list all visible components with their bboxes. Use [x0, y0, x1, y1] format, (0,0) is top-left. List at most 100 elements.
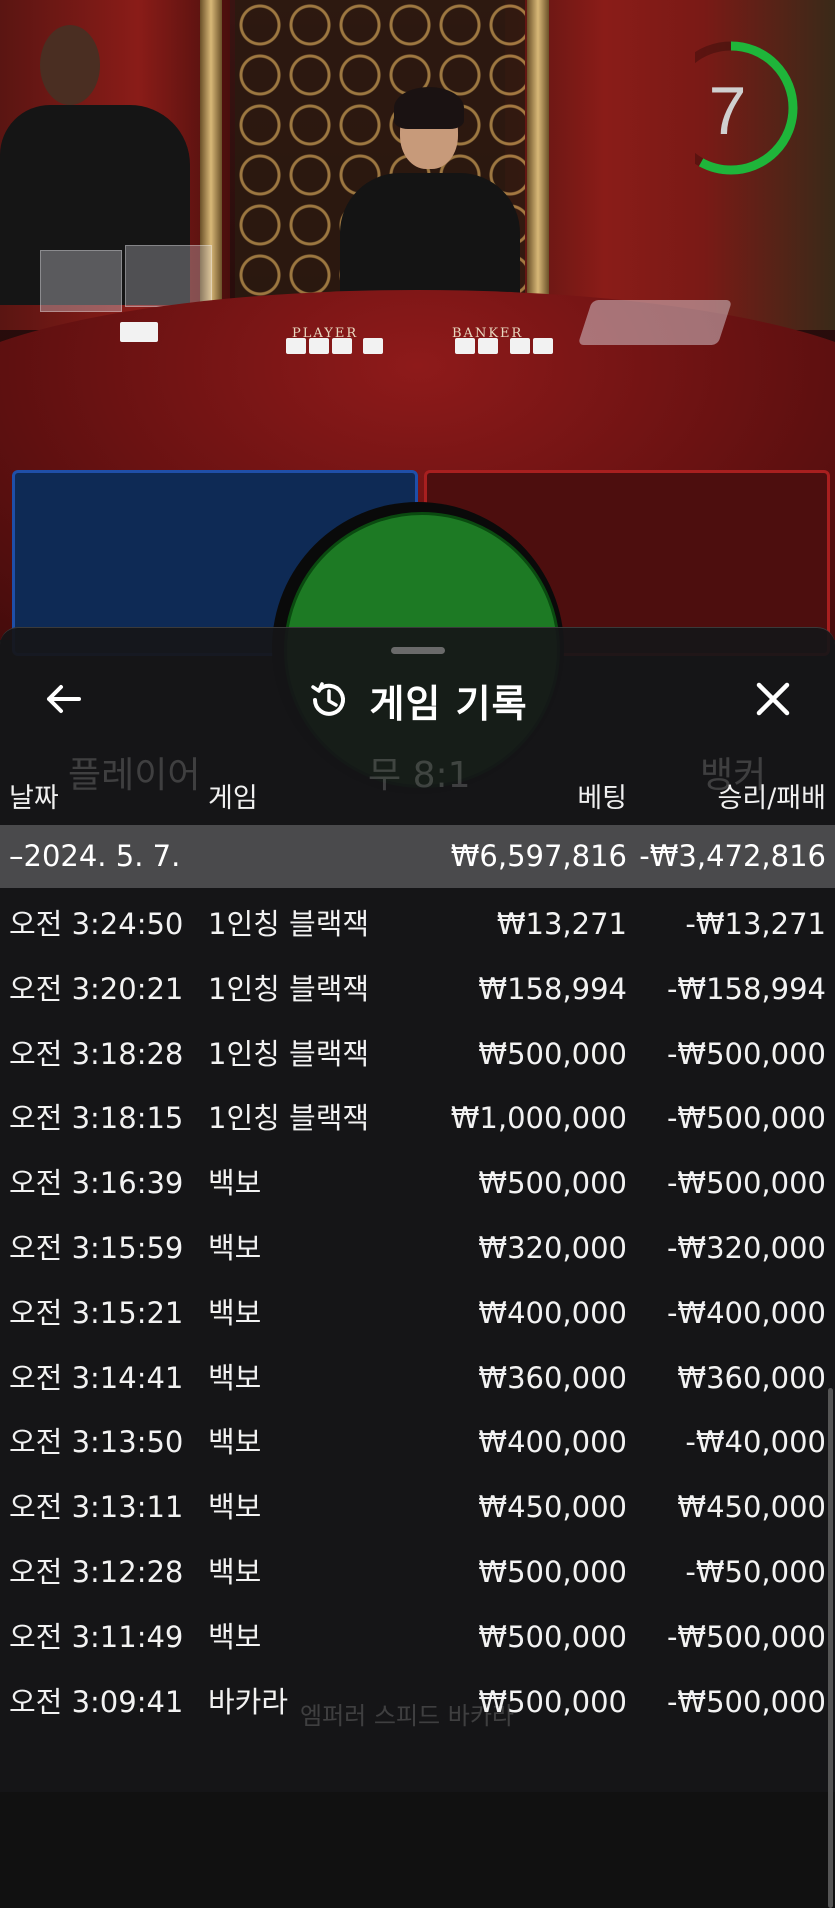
column-header-bet: 베팅: [577, 783, 627, 814]
history-row-game: 백보: [208, 1360, 262, 1395]
playing-card: [286, 338, 306, 354]
history-row-bet: ₩400,000: [478, 1425, 627, 1460]
history-row-time: 오전 3:20:21: [9, 971, 184, 1006]
playing-card: [332, 338, 352, 354]
history-row-result: -₩13,271: [685, 907, 826, 941]
history-row-time: 오전 3:09:41: [9, 1684, 184, 1719]
sheet-drag-handle[interactable]: [391, 647, 445, 654]
history-row[interactable]: 오전 3:15:59 백보 ₩320,000 -₩320,000: [0, 1216, 835, 1281]
playing-card: [510, 338, 530, 354]
date-group-row[interactable]: –2024. 5. 7. ₩6,597,816 -₩3,472,816: [0, 825, 835, 888]
history-row[interactable]: 오전 3:11:49 백보 ₩500,000 -₩500,000: [0, 1605, 835, 1670]
history-row-bet: ₩500,000: [478, 1555, 627, 1589]
history-row-bet: ₩158,994: [478, 971, 627, 1006]
history-row[interactable]: 오전 3:15:21 백보 ₩400,000 -₩400,000: [0, 1281, 835, 1346]
history-row-result: -₩40,000: [685, 1425, 826, 1460]
history-row-bet: ₩1,000,000: [450, 1101, 627, 1136]
history-row-time: 오전 3:15:59: [9, 1231, 184, 1265]
history-row-time: 오전 3:14:41: [9, 1360, 184, 1395]
back-button[interactable]: [38, 674, 88, 724]
history-row-game: 바카라: [208, 1684, 289, 1719]
history-row[interactable]: 오전 3:18:15 1인칭 블랙잭 ₩1,000,000 -₩500,000: [0, 1086, 835, 1151]
ghost-player-label: 플레이어: [68, 755, 201, 796]
close-icon: [756, 682, 790, 716]
history-row-result: -₩500,000: [666, 1166, 826, 1201]
history-row-time: 오전 3:16:39: [9, 1166, 184, 1201]
countdown-timer: 7: [664, 32, 805, 182]
history-row-game: 백보: [208, 1619, 262, 1654]
card-tray: [40, 250, 122, 312]
history-row-time: 오전 3:18:28: [9, 1036, 184, 1071]
close-button[interactable]: [748, 674, 798, 724]
history-row[interactable]: 오전 3:24:50 1인칭 블랙잭 ₩13,271 -₩13,271: [0, 892, 835, 957]
history-row[interactable]: 오전 3:18:28 1인칭 블랙잭 ₩500,000 -₩500,000: [0, 1022, 835, 1087]
history-row-game: 1인칭 블랙잭: [208, 1036, 370, 1071]
history-row-result: -₩158,994: [666, 971, 826, 1006]
scrollbar[interactable]: [828, 1388, 833, 1908]
history-row[interactable]: 오전 3:13:11 백보 ₩450,000 ₩450,000: [0, 1475, 835, 1540]
playing-card: [363, 338, 383, 354]
history-row-time: 오전 3:24:50: [9, 907, 184, 941]
game-history-sheet: 플레이어 무 8:1 뱅커 엠퍼러 스피드 바카라 게임 기록 날짜 게임 베팅…: [0, 627, 835, 1908]
history-row-result: -₩320,000: [666, 1231, 826, 1265]
history-row-time: 오전 3:11:49: [9, 1619, 184, 1654]
history-row-game: 1인칭 블랙잭: [208, 907, 370, 941]
history-row-game: 백보: [208, 1166, 262, 1201]
date-group-date: –2024. 5. 7.: [9, 839, 181, 873]
history-row-result: ₩450,000: [677, 1490, 826, 1525]
card-tray: [125, 245, 212, 307]
column-header-game: 게임: [208, 783, 258, 814]
history-clock-icon: [311, 682, 346, 716]
arrow-left-icon: [47, 685, 81, 713]
history-row-bet: ₩450,000: [478, 1490, 627, 1525]
gold-pillar: [527, 0, 549, 320]
history-row[interactable]: 오전 3:14:41 백보 ₩360,000 ₩360,000: [0, 1346, 835, 1411]
history-row[interactable]: 오전 3:12:28 백보 ₩500,000 -₩50,000: [0, 1540, 835, 1605]
history-row[interactable]: 오전 3:16:39 백보 ₩500,000 -₩500,000: [0, 1151, 835, 1216]
history-row-game: 백보: [208, 1231, 262, 1265]
playing-card: [455, 338, 475, 354]
history-row-bet: ₩500,000: [478, 1684, 627, 1719]
history-row-bet: ₩360,000: [478, 1360, 627, 1395]
playing-card: [120, 322, 158, 342]
sheet-header: 게임 기록: [0, 672, 835, 728]
column-header-result: 승리/패배: [717, 783, 826, 814]
sheet-title: 게임 기록: [369, 681, 528, 726]
history-row-bet: ₩500,000: [478, 1619, 627, 1654]
ghost-tie-label: 무 8:1: [368, 755, 471, 796]
dealer: [330, 85, 530, 323]
playing-card: [309, 338, 329, 354]
history-row-bet: ₩500,000: [478, 1166, 627, 1201]
history-row-game: 백보: [208, 1555, 262, 1589]
history-row[interactable]: 오전 3:09:41 바카라 ₩500,000 -₩500,000: [0, 1670, 835, 1735]
playing-card: [533, 338, 553, 354]
history-row-time: 오전 3:12:28: [9, 1555, 184, 1589]
history-row-result: -₩400,000: [666, 1295, 826, 1330]
history-row-bet: ₩13,271: [496, 907, 627, 941]
history-row-result: ₩360,000: [677, 1360, 826, 1395]
history-row-game: 1인칭 블랙잭: [208, 1101, 370, 1136]
playing-card: [478, 338, 498, 354]
history-row-time: 오전 3:15:21: [9, 1295, 184, 1330]
history-row-bet: ₩400,000: [478, 1295, 627, 1330]
history-row[interactable]: 오전 3:20:21 1인칭 블랙잭 ₩158,994 -₩158,994: [0, 957, 835, 1022]
history-row-game: 1인칭 블랙잭: [208, 971, 370, 1006]
history-row-result: -₩500,000: [666, 1619, 826, 1654]
history-row-result: -₩50,000: [685, 1555, 826, 1589]
countdown-number: 7: [708, 73, 747, 149]
card-shoe: [577, 300, 733, 345]
date-group-result-total: -₩3,472,816: [639, 839, 826, 873]
history-row-time: 오전 3:13:50: [9, 1425, 184, 1460]
history-row-game: 백보: [208, 1425, 262, 1460]
column-header-date: 날짜: [9, 783, 59, 814]
history-row-bet: ₩500,000: [478, 1036, 627, 1071]
date-group-bet-total: ₩6,597,816: [450, 839, 627, 873]
history-row-game: 백보: [208, 1490, 262, 1525]
history-row[interactable]: 오전 3:13:50 백보 ₩400,000 -₩40,000: [0, 1410, 835, 1475]
history-row-result: -₩500,000: [666, 1101, 826, 1136]
history-row-game: 백보: [208, 1295, 262, 1330]
history-row-result: -₩500,000: [666, 1036, 826, 1071]
history-row-bet: ₩320,000: [478, 1231, 627, 1265]
history-row-time: 오전 3:18:15: [9, 1101, 184, 1136]
history-row-result: -₩500,000: [666, 1684, 826, 1719]
